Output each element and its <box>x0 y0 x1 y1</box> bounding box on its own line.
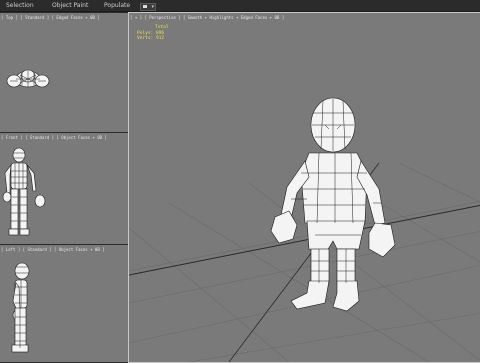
top-view-model <box>6 69 50 88</box>
ribbon-dropdown-button[interactable]: ▾ <box>140 3 156 11</box>
viewport-perspective[interactable]: [ + ] [ Perspective ] [ Smooth + Highlig… <box>128 12 480 363</box>
viewport-left[interactable]: [ Left ] [ Standard ] [ Object Faces + 0… <box>0 244 130 363</box>
tab-object-paint[interactable]: Object Paint <box>52 2 88 9</box>
ribbon-bar: Selection Object Paint Populate ▾ <box>0 0 480 12</box>
left-view-model <box>11 262 30 353</box>
chevron-down-icon: ▾ <box>151 4 154 10</box>
tab-selection[interactable]: Selection <box>6 2 34 9</box>
character-mesh <box>270 97 396 312</box>
viewport-front[interactable]: [ Front ] [ Standard ] [ Object Faces + … <box>0 132 130 245</box>
front-view-model <box>2 147 46 236</box>
tab-populate[interactable]: Populate <box>104 2 130 9</box>
viewport-top[interactable]: [ Top ] [ Standard ] [ Edged Faces + 0B … <box>0 12 130 133</box>
perspective-scene <box>129 97 480 362</box>
flag-icon <box>143 5 147 8</box>
